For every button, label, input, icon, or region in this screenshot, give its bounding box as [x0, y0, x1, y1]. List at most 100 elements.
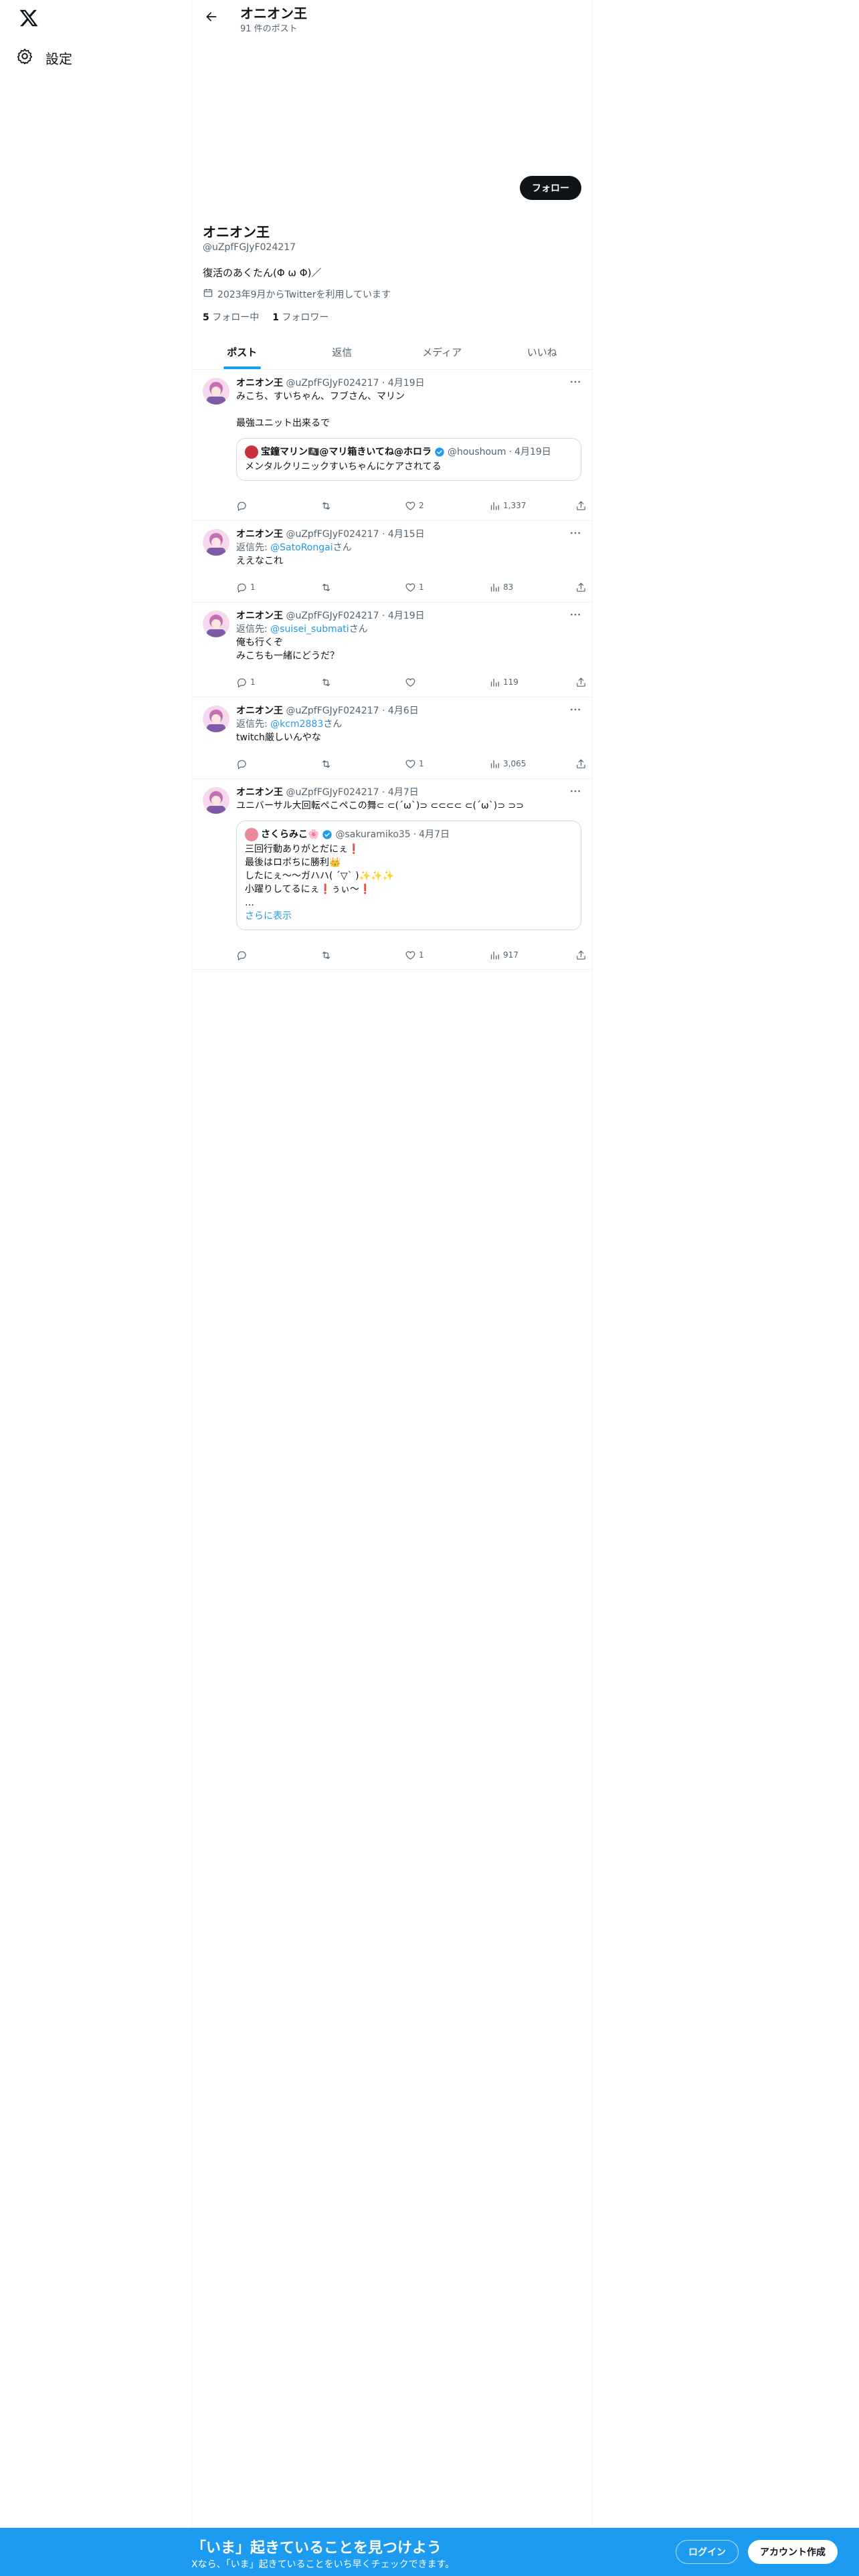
tweet-author-name[interactable]: オニオン王	[236, 787, 283, 798]
tweet-author-name[interactable]: オニオン王	[236, 378, 283, 389]
tweet-header: オニオン王 @uZpfFGJyF024217 · 4月15日	[236, 529, 425, 540]
views-button[interactable]: 83	[489, 582, 529, 593]
reply-button[interactable]	[236, 500, 276, 512]
reply-to-mention[interactable]: @suisei_submati	[270, 624, 349, 635]
reply-to-suffix: さん	[323, 719, 343, 730]
views-button[interactable]: 119	[489, 677, 529, 688]
share-button[interactable]	[573, 500, 587, 512]
left-nav: 設定	[0, 0, 191, 2576]
tweet-author-handle: @uZpfFGJyF024217	[286, 787, 379, 798]
like-button[interactable]: 1	[405, 582, 445, 593]
avatar[interactable]	[203, 529, 229, 556]
profile-joined-text: 2023年9月からTwitterを利用しています	[217, 290, 391, 300]
like-button[interactable]: 1	[405, 758, 445, 770]
retweet-button[interactable]	[320, 950, 361, 961]
tweet-date[interactable]: 4月19日	[388, 611, 425, 621]
tab-likes[interactable]: いいね	[492, 334, 593, 369]
tab-posts[interactable]: ポスト	[192, 334, 292, 369]
reply-button[interactable]: 1	[236, 677, 276, 688]
create-account-button[interactable]: アカウント作成	[748, 2540, 838, 2564]
x-logo-icon[interactable]	[19, 8, 39, 28]
tweet-actions: 1 3,065	[236, 756, 587, 771]
heart-icon	[405, 502, 415, 510]
tweet-author-handle: @uZpfFGJyF024217	[286, 529, 379, 540]
like-button[interactable]: 1	[405, 950, 445, 961]
retweet-button[interactable]	[320, 500, 361, 512]
avatar[interactable]	[203, 611, 229, 637]
analytics-icon	[490, 583, 499, 592]
share-button[interactable]	[573, 758, 587, 770]
tweet[interactable]: オニオン王 @uZpfFGJyF024217 · 4月19日 返信先: @sui…	[192, 603, 592, 697]
like-button[interactable]	[405, 677, 445, 688]
quote-date: 4月19日	[514, 447, 551, 457]
back-button[interactable]	[200, 7, 223, 29]
share-icon	[577, 582, 585, 592]
tweet[interactable]: オニオン王 @uZpfFGJyF024217 · 4月15日 返信先: @Sat…	[192, 521, 592, 603]
reply-count: 1	[250, 582, 256, 592]
tweet[interactable]: オニオン王 @uZpfFGJyF024217 · 4月7日 ユニバーサル大回転ペ…	[192, 779, 592, 970]
login-button[interactable]: ログイン	[676, 2540, 739, 2564]
verified-badge-icon	[435, 447, 444, 457]
follow-button[interactable]: フォロー	[520, 176, 581, 200]
followers-link[interactable]: 1 フォロワー	[272, 310, 328, 324]
share-icon	[577, 950, 585, 960]
reply-button[interactable]	[236, 758, 276, 770]
share-button[interactable]	[573, 950, 587, 961]
tab-replies[interactable]: 返信	[292, 334, 393, 369]
reply-count: 1	[250, 677, 256, 687]
reply-to: 返信先: @kcm2883さん	[236, 718, 581, 731]
tweet-author-name[interactable]: オニオン王	[236, 706, 283, 716]
retweet-button[interactable]	[320, 582, 361, 593]
reply-to-prefix: 返信先:	[236, 542, 271, 553]
retweet-icon	[322, 502, 330, 510]
quote-author-handle: @houshoum	[448, 447, 506, 457]
tweet-date[interactable]: 4月6日	[388, 706, 419, 716]
reply-button[interactable]: 1	[236, 582, 276, 593]
views-button[interactable]: 3,065	[489, 758, 529, 770]
views-button[interactable]: 1,337	[489, 500, 529, 512]
reply-button[interactable]	[236, 950, 276, 961]
tweet-body: オニオン王 @uZpfFGJyF024217 · 4月15日 返信先: @Sat…	[236, 528, 581, 568]
quote-date: 4月7日	[419, 829, 450, 840]
profile-banner	[192, 37, 592, 171]
tweet-author-name[interactable]: オニオン王	[236, 529, 283, 540]
retweet-icon	[322, 760, 330, 768]
tweet-author-name[interactable]: オニオン王	[236, 611, 283, 621]
quote-tweet[interactable]: さくらみこ🌸 @sakuramiko35 · 4月7日 三回行動ありがとだにぇ❗…	[236, 821, 581, 930]
share-button[interactable]	[573, 582, 587, 593]
following-link[interactable]: 5 フォロー中	[203, 310, 259, 324]
profile-joined: 2023年9月からTwitterを利用しています	[203, 288, 581, 302]
avatar[interactable]	[203, 378, 229, 405]
tweet-text: ええなこれ	[236, 556, 283, 566]
retweet-button[interactable]	[320, 677, 361, 688]
reply-to-mention[interactable]: @SatoRongai	[270, 542, 332, 553]
tweet-header: オニオン王 @uZpfFGJyF024217 · 4月6日	[236, 706, 419, 716]
avatar[interactable]	[203, 706, 229, 732]
show-more-link[interactable]: さらに表示	[245, 909, 573, 923]
reply-to-mention[interactable]: @kcm2883	[270, 719, 323, 730]
avatar[interactable]	[203, 787, 229, 814]
share-button[interactable]	[573, 677, 587, 688]
profile-topbar: オニオン王 91 件のポスト	[192, 0, 592, 37]
nav-settings-label: 設定	[45, 50, 72, 67]
reply-to: 返信先: @SatoRongaiさん	[236, 541, 581, 554]
like-button[interactable]: 2	[405, 500, 445, 512]
analytics-icon	[490, 760, 499, 768]
tweet-date[interactable]: 4月7日	[388, 787, 419, 798]
like-count: 2	[419, 501, 424, 510]
tweet[interactable]: オニオン王 @uZpfFGJyF024217 · 4月6日 返信先: @kcm2…	[192, 697, 592, 779]
nav-settings[interactable]: 設定	[16, 45, 83, 70]
signup-bottom-bar: 「いま」起きていることを見つけよう Xなら、「いま」起きていることをいち早くチェ…	[0, 2528, 859, 2576]
views-button[interactable]: 917	[489, 950, 529, 961]
tweet-date[interactable]: 4月15日	[388, 529, 425, 540]
tab-media[interactable]: メディア	[392, 334, 492, 369]
topbar-name: オニオン王	[240, 5, 307, 21]
calendar-icon	[203, 288, 213, 302]
tweet-date[interactable]: 4月19日	[388, 378, 425, 389]
retweet-button[interactable]	[320, 758, 361, 770]
topbar-post-count: 91 件のポスト	[240, 24, 298, 34]
quote-tweet[interactable]: 宝鐘マリン🏴‍☠️@マリ箱きいてね@ホロラ @houshoum · 4月19日 …	[236, 438, 581, 481]
profile-info: オニオン王 @uZpfFGJyF024217 復活のあくたん(Φ ω Φ)／ 2…	[203, 223, 581, 324]
tweet-author-handle: @uZpfFGJyF024217	[286, 706, 379, 716]
tweet[interactable]: オニオン王 @uZpfFGJyF024217 · 4月19日 みこち、すいちゃん…	[192, 370, 592, 521]
